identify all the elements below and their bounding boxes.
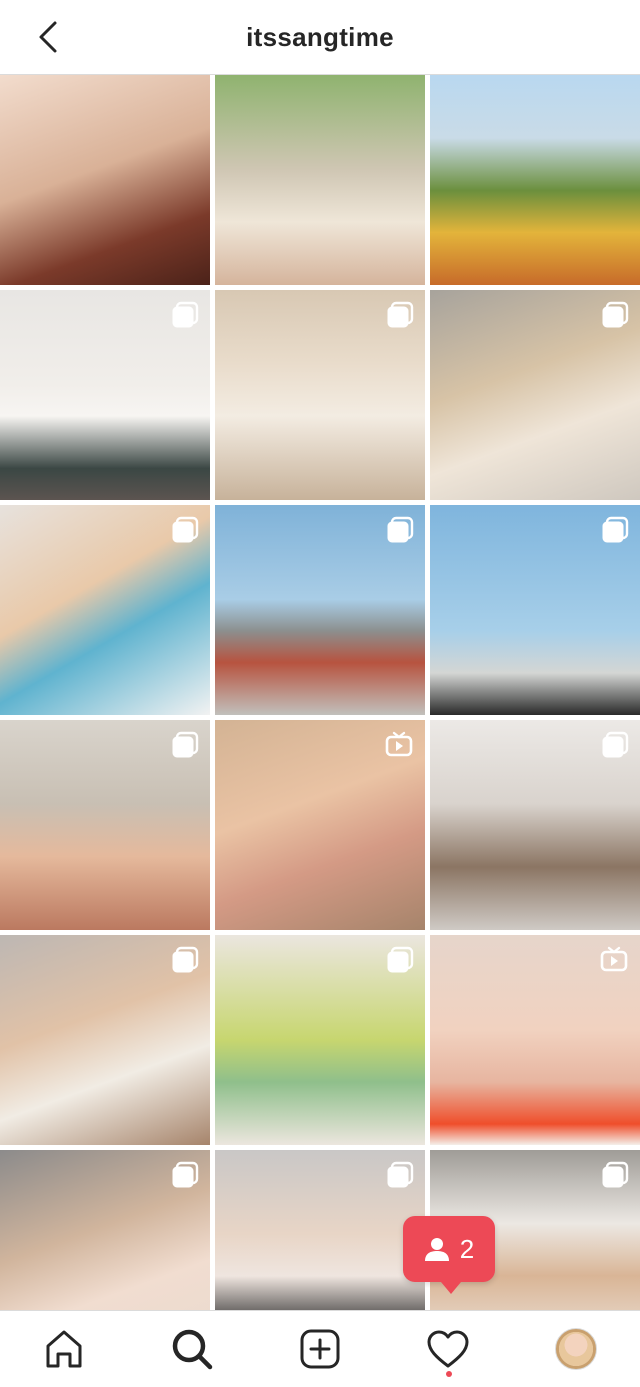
carousel-icon <box>602 731 629 758</box>
grid-post-tile[interactable] <box>215 505 425 715</box>
carousel-icon <box>602 516 629 543</box>
igtv-icon <box>600 946 628 972</box>
nav-profile-button[interactable] <box>552 1325 600 1373</box>
carousel-icon <box>387 1161 414 1188</box>
grid-post-tile[interactable] <box>0 935 210 1145</box>
grid-post-tile[interactable] <box>215 75 425 285</box>
grid-post-tile[interactable] <box>430 290 640 500</box>
bottom-navigation <box>0 1310 640 1387</box>
nav-new-post-button[interactable] <box>296 1325 344 1373</box>
grid-post-tile[interactable] <box>0 505 210 715</box>
carousel-icon <box>602 301 629 328</box>
carousel-icon <box>172 731 199 758</box>
search-icon <box>172 1329 213 1370</box>
grid-post-tile[interactable] <box>215 935 425 1145</box>
grid-post-tile[interactable] <box>430 75 640 285</box>
activity-unread-dot <box>446 1371 452 1377</box>
home-icon <box>46 1330 82 1368</box>
carousel-icon <box>387 516 414 543</box>
igtv-icon <box>385 731 413 757</box>
carousel-icon <box>387 946 414 973</box>
grid-post-tile[interactable] <box>215 290 425 500</box>
heart-icon <box>427 1330 469 1368</box>
chevron-left-icon <box>39 21 57 53</box>
nav-search-button[interactable] <box>168 1325 216 1373</box>
carousel-icon <box>602 1161 629 1188</box>
grid-post-tile[interactable] <box>430 720 640 930</box>
grid-post-tile[interactable] <box>430 935 640 1145</box>
activity-notification-toast[interactable]: 2 <box>403 1216 495 1294</box>
top-bar: itssangtime <box>0 0 640 75</box>
plus-square-icon <box>300 1329 340 1369</box>
explore-photo-grid <box>0 75 640 1310</box>
avatar <box>555 1328 597 1370</box>
carousel-icon <box>172 946 199 973</box>
post-thumbnail <box>430 75 640 285</box>
person-icon <box>424 1238 449 1261</box>
nav-activity-button[interactable] <box>424 1325 472 1373</box>
grid-post-tile[interactable] <box>0 1150 210 1310</box>
grid-post-tile[interactable] <box>0 720 210 930</box>
activity-count: 2 <box>459 1233 475 1264</box>
back-button[interactable] <box>30 18 66 56</box>
grid-post-tile[interactable] <box>430 505 640 715</box>
grid-post-tile[interactable] <box>215 1150 425 1310</box>
carousel-icon <box>172 1161 199 1188</box>
nav-home-button[interactable] <box>40 1325 88 1373</box>
post-thumbnail <box>0 75 210 285</box>
profile-username-title: itssangtime <box>246 21 394 52</box>
grid-post-tile[interactable] <box>0 75 210 285</box>
carousel-icon <box>172 516 199 543</box>
carousel-icon <box>172 301 199 328</box>
post-thumbnail <box>215 75 425 285</box>
grid-post-tile[interactable] <box>215 720 425 930</box>
grid-post-tile[interactable] <box>0 290 210 500</box>
carousel-icon <box>387 301 414 328</box>
